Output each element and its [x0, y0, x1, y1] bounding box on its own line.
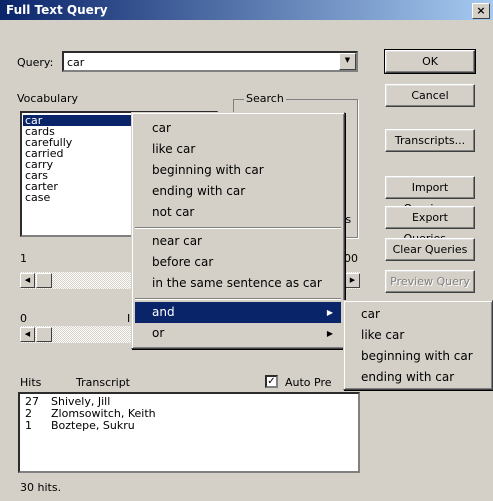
submenu-item-ending-with-car[interactable]: ending with car — [347, 367, 489, 388]
transcripts-button[interactable]: Transcripts... — [385, 129, 475, 152]
transcript-cell: Boztepe, Sukru — [51, 419, 135, 432]
submenu-item-car[interactable]: car — [347, 304, 489, 325]
chevron-down-icon[interactable]: ▼ — [339, 53, 356, 70]
clear-queries-button[interactable]: Clear Queries — [385, 238, 475, 261]
title-bar: Full Text Query × — [0, 0, 493, 20]
slider2-min-label: 0 — [20, 312, 27, 325]
submenu-item-like-car[interactable]: like car — [347, 325, 489, 346]
status-text: 30 hits. — [20, 481, 62, 494]
menu-item-and-label: and — [152, 305, 175, 319]
slider2-thumb[interactable] — [36, 327, 52, 342]
menu-item-car[interactable]: car — [135, 118, 341, 139]
arrow-right-icon[interactable]: ▶ — [345, 273, 360, 288]
transcript-list[interactable]: 27 Shively, Jill 2 Zlomsowitch, Keith 1 … — [18, 392, 360, 473]
import-queries-button[interactable]: Import Queries... — [385, 176, 475, 215]
menu-item-beginning-with-car[interactable]: beginning with car — [135, 160, 341, 181]
arrow-left-icon[interactable]: ◀ — [20, 327, 35, 342]
menu-item-ending-with-car[interactable]: ending with car — [135, 181, 341, 202]
table-row[interactable]: 1 Boztepe, Sukru — [21, 420, 357, 432]
window-title: Full Text Query — [6, 3, 108, 17]
menu-item-like-car[interactable]: like car — [135, 139, 341, 160]
search-group-label: Search — [244, 92, 286, 105]
export-queries-button[interactable]: Export Queries... — [385, 206, 475, 245]
menu-separator — [135, 227, 341, 229]
slider1-thumb[interactable] — [36, 273, 52, 288]
vocabulary-label: Vocabulary — [17, 92, 78, 105]
slider2-mid-label: I — [127, 312, 131, 325]
ok-button[interactable]: OK — [384, 49, 476, 74]
query-combobox[interactable]: car ▼ — [62, 51, 358, 72]
slider1-min-label: 1 — [20, 252, 27, 265]
cancel-button[interactable]: Cancel — [385, 84, 475, 107]
transcript-header: Transcript — [76, 376, 130, 389]
menu-item-or[interactable]: or ▶ — [135, 323, 341, 344]
menu-item-near-car[interactable]: near car — [135, 231, 341, 252]
menu-item-before-car[interactable]: before car — [135, 252, 341, 273]
query-label: Query: — [17, 56, 54, 69]
context-menu: car like car beginning with car ending w… — [131, 112, 345, 349]
query-input[interactable]: car — [67, 56, 84, 69]
menu-item-same-sentence[interactable]: in the same sentence as car — [135, 273, 341, 294]
menu-item-or-label: or — [152, 326, 165, 340]
preview-query-button[interactable]: Preview Query — [385, 270, 475, 293]
menu-item-not-car[interactable]: not car — [135, 202, 341, 223]
slider1-max-label: 00 — [344, 252, 358, 265]
close-button[interactable]: × — [472, 3, 490, 19]
submenu-item-beginning-with-car[interactable]: beginning with car — [347, 346, 489, 367]
arrow-left-icon[interactable]: ◀ — [20, 273, 35, 288]
hits-header: Hits — [20, 376, 42, 389]
menu-separator — [135, 298, 341, 300]
auto-preview-label: Auto Pre — [285, 376, 332, 389]
auto-preview-checkbox[interactable]: ✓ — [265, 375, 278, 388]
menu-item-and[interactable]: and ▶ — [135, 302, 341, 323]
submenu-arrow-icon: ▶ — [326, 329, 333, 338]
submenu-arrow-icon: ▶ — [326, 308, 333, 317]
hits-cell: 1 — [25, 419, 32, 432]
submenu: car like car beginning with car ending w… — [343, 300, 493, 390]
